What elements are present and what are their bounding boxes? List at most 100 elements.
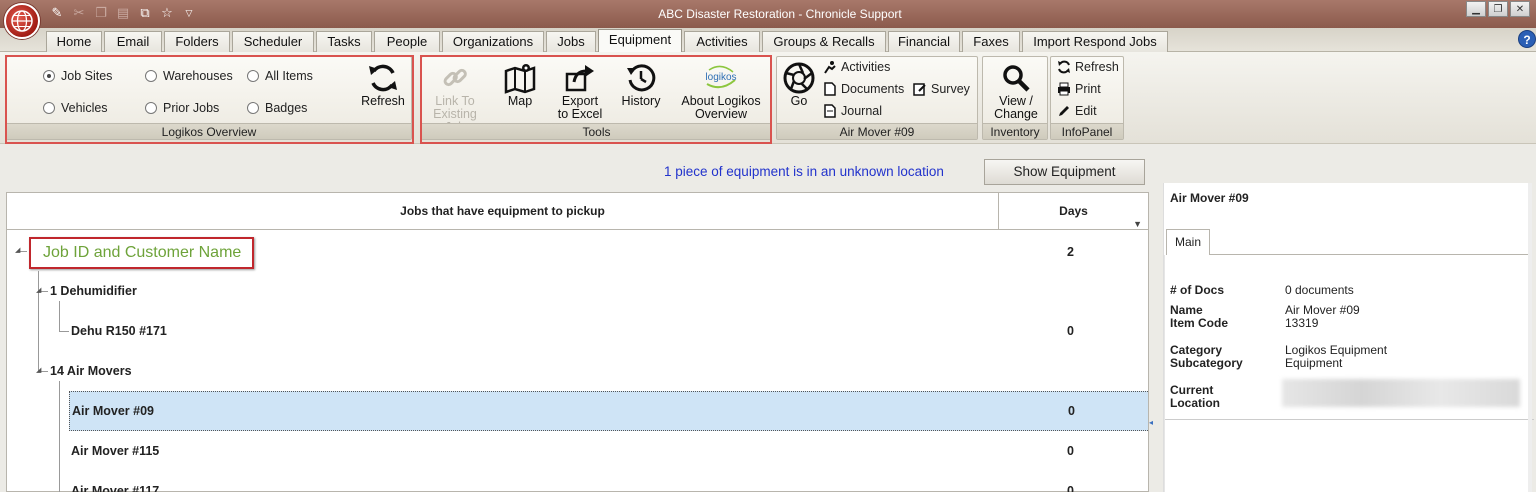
pencil-icon[interactable]: ✎ bbox=[48, 4, 66, 22]
highlight-outline bbox=[420, 55, 772, 144]
equipment-row-selected[interactable]: Air Mover #09 0 bbox=[69, 391, 1148, 431]
journal-label: Journal bbox=[841, 104, 882, 118]
job-row[interactable]: 2 bbox=[7, 231, 1148, 271]
tab-faxes[interactable]: Faxes bbox=[962, 31, 1020, 52]
row-days: 0 bbox=[1068, 404, 1075, 418]
survey-icon bbox=[913, 82, 927, 96]
field-label: # of Docs bbox=[1170, 283, 1225, 297]
tab-financial[interactable]: Financial bbox=[888, 31, 960, 52]
scrollbar[interactable] bbox=[1528, 183, 1532, 492]
row-name: 14 Air Movers bbox=[50, 364, 132, 378]
equipment-pickup-grid: Jobs that have equipment to pickup Days … bbox=[6, 192, 1149, 492]
minimize-icon[interactable]: ▁ bbox=[1466, 1, 1486, 17]
tab-jobs[interactable]: Jobs bbox=[546, 31, 596, 52]
ribbon: Job Sites Warehouses All Items Vehicles … bbox=[0, 52, 1536, 144]
tab-equipment[interactable]: Equipment bbox=[598, 29, 682, 53]
column-header-jobs[interactable]: Jobs that have equipment to pickup bbox=[7, 193, 999, 230]
magnifier-icon bbox=[1001, 61, 1031, 95]
equipment-row[interactable]: Air Mover #115 0 bbox=[7, 431, 1148, 471]
journal-button[interactable]: Journal bbox=[823, 104, 882, 118]
activities-icon bbox=[823, 60, 837, 74]
show-equipment-button[interactable]: Show Equipment bbox=[984, 159, 1145, 185]
equipment-row[interactable]: Dehu R150 #171 0 bbox=[7, 311, 1148, 351]
scissors-icon[interactable]: ✂ bbox=[70, 4, 88, 22]
infopanel-refresh-button[interactable]: Refresh bbox=[1057, 60, 1119, 74]
aperture-icon bbox=[782, 61, 816, 95]
refresh-label: Refresh bbox=[1075, 60, 1119, 74]
documents-label: Documents bbox=[841, 82, 905, 96]
printer-icon bbox=[1057, 82, 1071, 96]
new-window-icon[interactable]: ⧉ bbox=[136, 4, 154, 22]
go-label: Go bbox=[790, 94, 808, 108]
survey-label: Survey bbox=[931, 82, 970, 96]
tab-activities[interactable]: Activities bbox=[684, 31, 760, 52]
field-value: 0 documents bbox=[1285, 283, 1354, 297]
field-label: Current bbox=[1170, 383, 1214, 397]
category-row-air-movers[interactable]: 14 Air Movers bbox=[7, 351, 1148, 391]
row-days: 0 bbox=[1067, 324, 1074, 338]
inventory-group: View / Change Inventory bbox=[982, 56, 1048, 140]
tab-people[interactable]: People bbox=[374, 31, 440, 52]
row-name: Air Mover #117 bbox=[71, 484, 160, 492]
column-header-days[interactable]: Days ▼ bbox=[999, 193, 1148, 230]
window-title: ABC Disaster Restoration - Chronicle Sup… bbox=[658, 7, 902, 21]
help-icon[interactable]: ? bbox=[1518, 30, 1536, 48]
close-icon[interactable]: ✕ bbox=[1510, 1, 1530, 17]
activities-button[interactable]: Activities bbox=[823, 60, 890, 74]
equipment-row[interactable]: Air Mover #117 0 bbox=[7, 471, 1148, 492]
row-name: Air Mover #115 bbox=[71, 444, 160, 458]
field-label: Name bbox=[1170, 303, 1203, 317]
row-days: 0 bbox=[1067, 484, 1074, 492]
grid-header: Jobs that have equipment to pickup Days … bbox=[7, 193, 1148, 230]
row-days: 0 bbox=[1067, 444, 1074, 458]
days-header-label: Days bbox=[1059, 204, 1088, 218]
tab-scheduler[interactable]: Scheduler bbox=[232, 31, 314, 52]
divider bbox=[1165, 419, 1534, 420]
copy-icon[interactable]: ❐ bbox=[92, 4, 110, 22]
edit-button[interactable]: Edit bbox=[1057, 104, 1097, 118]
paste-icon[interactable]: ▤ bbox=[114, 4, 132, 22]
menu-tabs: Home Email Folders Scheduler Tasks Peopl… bbox=[0, 28, 1536, 53]
pencil-icon bbox=[1057, 104, 1071, 118]
documents-button[interactable]: Documents bbox=[823, 82, 904, 96]
print-label: Print bbox=[1075, 82, 1101, 96]
star-icon[interactable]: ☆ bbox=[158, 4, 176, 22]
group-label: Air Mover #09 bbox=[777, 123, 977, 139]
job-days: 2 bbox=[1067, 245, 1074, 259]
tab-import-respond-jobs[interactable]: Import Respond Jobs bbox=[1022, 31, 1168, 52]
survey-button[interactable]: Survey bbox=[913, 82, 970, 96]
group-label: Inventory bbox=[983, 123, 1047, 139]
tab-folders[interactable]: Folders bbox=[164, 31, 230, 52]
field-value: 13319 bbox=[1285, 316, 1319, 330]
field-label: Location bbox=[1170, 396, 1220, 410]
info-panel-title: Air Mover #09 bbox=[1170, 191, 1249, 205]
tab-organizations[interactable]: Organizations bbox=[442, 31, 544, 52]
row-name: 1 Dehumidifier bbox=[50, 284, 137, 298]
view-label-line2: Change bbox=[994, 107, 1038, 121]
field-value: Air Mover #09 bbox=[1285, 303, 1360, 317]
restore-icon[interactable]: ❐ bbox=[1488, 1, 1508, 17]
category-row-dehumidifier[interactable]: 1 Dehumidifier bbox=[7, 271, 1148, 311]
refresh-icon bbox=[1057, 60, 1071, 74]
field-value: Equipment bbox=[1285, 356, 1343, 370]
quick-access-toolbar: ✎ ✂ ❐ ▤ ⧉ ☆ ▽ bbox=[48, 4, 198, 22]
tab-home[interactable]: Home bbox=[46, 31, 102, 52]
splitter-handle-icon[interactable]: ◂ bbox=[1149, 418, 1155, 430]
go-button[interactable]: Go bbox=[781, 61, 817, 108]
view-change-button[interactable]: View / Change bbox=[987, 61, 1045, 121]
tab-groups-recalls[interactable]: Groups & Recalls bbox=[762, 31, 886, 52]
window-controls: ▁ ❐ ✕ bbox=[1466, 1, 1530, 17]
edit-label: Edit bbox=[1075, 104, 1097, 118]
row-name: Air Mover #09 bbox=[72, 404, 154, 418]
tab-main[interactable]: Main bbox=[1166, 229, 1210, 255]
dropdown-icon[interactable]: ▽ bbox=[180, 4, 198, 22]
app-logo-icon[interactable] bbox=[4, 3, 40, 39]
activities-label: Activities bbox=[841, 60, 891, 74]
infopanel-group: Refresh Print Edit InfoPanel bbox=[1050, 56, 1124, 140]
redacted-location-value bbox=[1282, 379, 1520, 407]
row-name: Dehu R150 #171 bbox=[71, 324, 167, 338]
tab-tasks[interactable]: Tasks bbox=[316, 31, 372, 52]
tab-email[interactable]: Email bbox=[104, 31, 162, 52]
print-button[interactable]: Print bbox=[1057, 82, 1101, 96]
group-label: InfoPanel bbox=[1051, 123, 1123, 139]
